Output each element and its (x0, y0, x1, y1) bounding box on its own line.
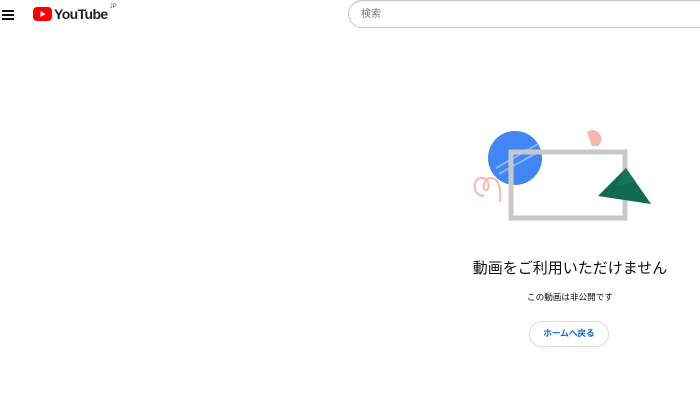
logo-wordmark: YouTube (54, 6, 108, 22)
pink-squiggle-shape (473, 176, 502, 203)
search-box (348, 0, 700, 28)
search-input[interactable] (361, 6, 691, 23)
youtube-logo[interactable]: YouTube JP (33, 4, 117, 24)
pink-semicircle-shape (587, 130, 602, 146)
logo-region-code: JP (109, 4, 117, 10)
home-button[interactable]: ホームへ戻る (529, 321, 609, 347)
video-unavailable-illustration (473, 130, 651, 221)
hamburger-menu-icon[interactable] (0, 5, 18, 23)
error-title: 動画をご利用いただけません (472, 259, 668, 277)
youtube-play-icon (33, 7, 52, 21)
error-message: この動画は非公開です (527, 293, 613, 303)
masthead: YouTube JP (0, 0, 700, 30)
